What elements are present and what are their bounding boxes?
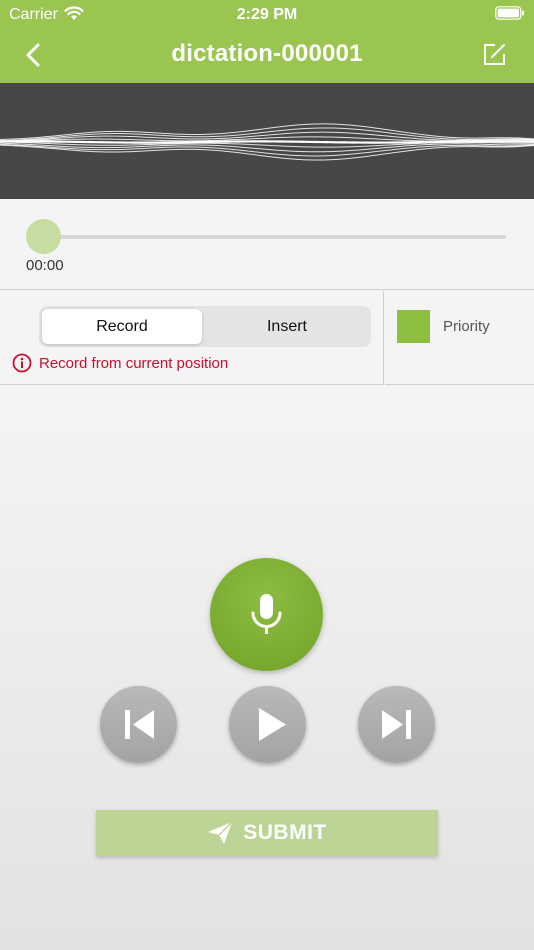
mode-hint: Record from current position — [12, 353, 228, 373]
submit-button[interactable]: SUBMIT — [96, 810, 438, 856]
submit-label: SUBMIT — [243, 821, 327, 844]
info-icon — [12, 353, 32, 373]
waveform-graphic — [0, 123, 534, 161]
mode-panel: Record Insert Record from current positi… — [0, 291, 384, 385]
mode-segmented-control: Record Insert — [39, 306, 371, 347]
scrubber-track[interactable] — [44, 235, 506, 239]
record-button[interactable] — [210, 558, 323, 671]
microphone-icon — [251, 594, 282, 634]
skip-forward-icon — [382, 710, 411, 739]
play-button[interactable] — [229, 686, 306, 763]
status-time: 2:29 PM — [236, 6, 298, 23]
paper-plane-icon — [208, 821, 233, 844]
status-bar: Carrier 2:29 PM — [0, 0, 534, 28]
battery-icon — [495, 6, 524, 20]
playback-scrubber: 00:00 — [0, 199, 534, 290]
skip-back-button[interactable] — [100, 686, 177, 763]
skip-back-icon — [125, 710, 154, 739]
segment-insert[interactable]: Insert — [206, 309, 368, 344]
waveform-view — [0, 83, 534, 199]
elapsed-time: 00:00 — [26, 257, 64, 274]
scrubber-thumb[interactable] — [26, 219, 61, 254]
compose-icon[interactable] — [482, 41, 508, 67]
mode-hint-text: Record from current position — [39, 354, 229, 372]
priority-label: Priority — [443, 318, 490, 335]
waveform-line — [0, 143, 534, 157]
nav-bar: dictation-000001 — [0, 28, 534, 83]
priority-toggle[interactable]: Priority — [385, 291, 534, 385]
back-chevron-icon[interactable] — [22, 42, 46, 68]
skip-forward-button[interactable] — [358, 686, 435, 763]
play-icon — [259, 708, 286, 741]
priority-checkbox[interactable] — [397, 310, 430, 343]
segment-record[interactable]: Record — [42, 309, 202, 344]
page-title: dictation-000001 — [171, 40, 363, 67]
